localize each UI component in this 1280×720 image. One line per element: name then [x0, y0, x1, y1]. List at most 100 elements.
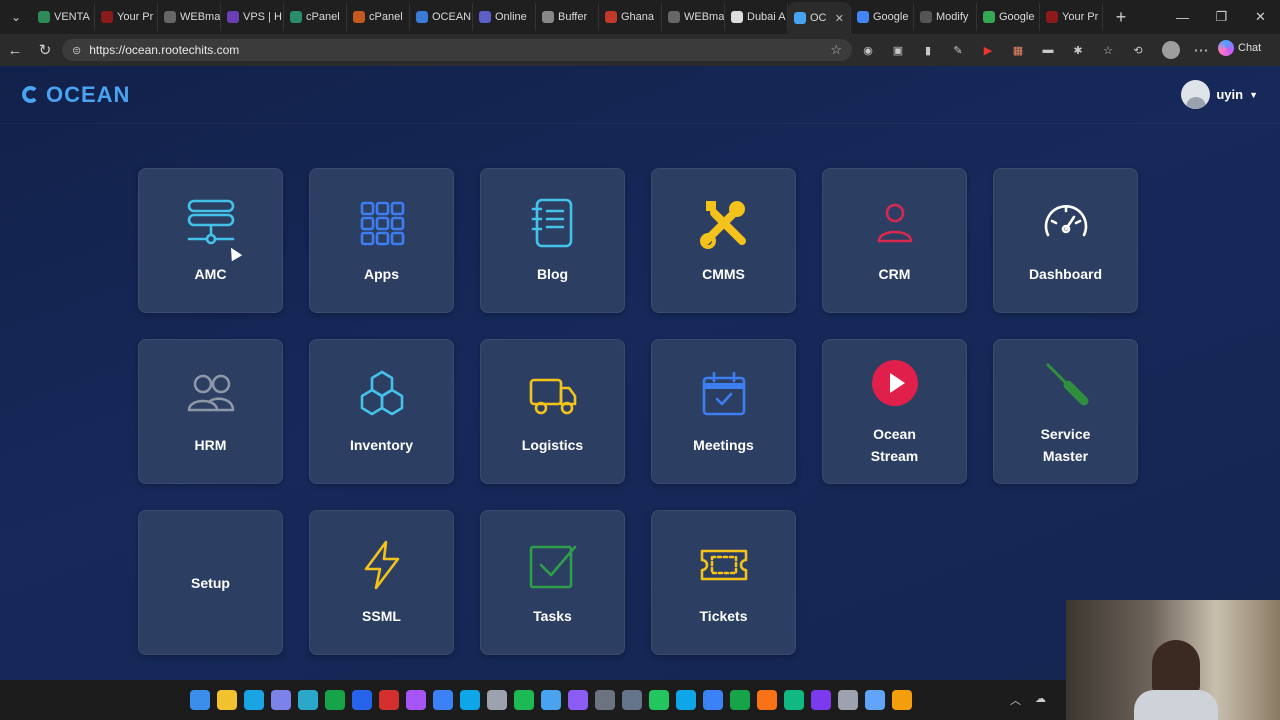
module-tile-apps[interactable]: Apps: [309, 168, 454, 313]
brand-logo[interactable]: OCEAN: [22, 82, 130, 108]
taskbar-app-icon[interactable]: [649, 690, 669, 710]
minimize-icon[interactable]: —: [1163, 0, 1202, 34]
module-tile-ssml[interactable]: SSML: [309, 510, 454, 655]
taskbar-app-icon[interactable]: [325, 690, 345, 710]
module-tile-cmms[interactable]: CMMS: [651, 168, 796, 313]
onedrive-icon[interactable]: ☁: [1035, 692, 1046, 708]
taskbar-app-icon[interactable]: [487, 690, 507, 710]
browser-tab[interactable]: Google: [851, 3, 914, 31]
taskbar-app-icon[interactable]: [433, 690, 453, 710]
browser-tab[interactable]: cPanel: [347, 3, 410, 31]
tab-title: cPanel: [369, 11, 403, 23]
extension-icon[interactable]: ◉: [858, 40, 878, 60]
tab-title: Dubai A: [747, 11, 786, 23]
extension-icon[interactable]: ▬: [1038, 40, 1058, 60]
taskbar-app-icon[interactable]: [217, 690, 237, 710]
module-tile-hrm[interactable]: HRM: [138, 339, 283, 484]
taskbar-app-icon[interactable]: [406, 690, 426, 710]
module-tile-dashboard[interactable]: Dashboard: [993, 168, 1138, 313]
module-tile-blog[interactable]: Blog: [480, 168, 625, 313]
taskbar-app-icon[interactable]: [460, 690, 480, 710]
module-tile-tasks[interactable]: Tasks: [480, 510, 625, 655]
taskbar-app-icon[interactable]: [865, 690, 885, 710]
taskbar-app-icon[interactable]: [676, 690, 696, 710]
browser-tab[interactable]: cPanel: [284, 3, 347, 31]
taskbar-app-icon[interactable]: [514, 690, 534, 710]
browser-tab[interactable]: Your Pr: [95, 3, 158, 31]
module-tile-crm[interactable]: CRM: [822, 168, 967, 313]
module-label: CMMS: [702, 265, 745, 282]
user-menu[interactable]: uyin ▼: [1181, 80, 1258, 109]
browser-tab[interactable]: WEBma: [158, 3, 221, 31]
notebook-icon: [531, 198, 572, 247]
browser-tab[interactable]: Google: [977, 3, 1040, 31]
taskbar-app-icon[interactable]: [595, 690, 615, 710]
taskbar-app-icon[interactable]: [757, 690, 777, 710]
tab-list-dropdown-icon[interactable]: ⌄: [0, 0, 32, 34]
taskbar-app-icon[interactable]: [352, 690, 372, 710]
browser-tab[interactable]: Online: [473, 3, 536, 31]
module-tile-logistics[interactable]: Logistics: [480, 339, 625, 484]
reload-icon[interactable]: ↻: [30, 35, 60, 65]
tab-favicon-icon: [920, 11, 932, 23]
tab-favicon-icon: [479, 11, 491, 23]
ocean-logo-icon: [22, 86, 39, 103]
browser-profile-avatar[interactable]: [1162, 41, 1180, 59]
taskbar-app-icon[interactable]: [190, 690, 210, 710]
favorites-icon[interactable]: ☆: [1098, 40, 1118, 60]
taskbar-app-icon[interactable]: [271, 690, 291, 710]
site-info-icon[interactable]: ⊜: [72, 44, 81, 57]
taskbar-app-icon[interactable]: [730, 690, 750, 710]
extension-icon[interactable]: ▮: [918, 40, 938, 60]
module-tile-setup[interactable]: Setup: [138, 510, 283, 655]
browser-tab[interactable]: OC ✕: [788, 2, 851, 34]
extension-icon[interactable]: ✎: [948, 40, 968, 60]
tab-favicon-icon: [164, 11, 176, 23]
browser-tab[interactable]: Buffer: [536, 3, 599, 31]
browser-tab[interactable]: VPS | H: [221, 3, 284, 31]
browser-tab[interactable]: OCEAN: [410, 3, 473, 31]
extension-icon[interactable]: ▦: [1008, 40, 1028, 60]
tab-close-icon[interactable]: ✕: [835, 12, 844, 25]
history-icon[interactable]: ⟲: [1128, 40, 1148, 60]
extensions-puzzle-icon[interactable]: ✱: [1068, 40, 1088, 60]
browser-tab[interactable]: Your Pr: [1040, 3, 1103, 31]
module-tile-meetings[interactable]: Meetings: [651, 339, 796, 484]
module-tile-inventory[interactable]: Inventory: [309, 339, 454, 484]
browser-tab[interactable]: Modify: [914, 3, 977, 31]
browser-tab[interactable]: Dubai A: [725, 3, 788, 31]
bookmark-star-icon[interactable]: ☆: [830, 42, 842, 58]
copilot-chat-button[interactable]: Chat: [1218, 40, 1261, 56]
address-bar[interactable]: ⊜ https://ocean.rootechits.com ☆: [62, 39, 852, 61]
caret-down-icon: ▼: [1249, 89, 1258, 100]
browser-tab-strip: ⌄ VENTA Your Pr WEBma VPS | H cPanel cPanel OC…: [0, 0, 1280, 34]
taskbar-app-icon[interactable]: [703, 690, 723, 710]
taskbar-app-icon[interactable]: [298, 690, 318, 710]
taskbar-app-icon[interactable]: [244, 690, 264, 710]
browser-tab[interactable]: VENTA: [32, 3, 95, 31]
maximize-icon[interactable]: ❐: [1202, 0, 1241, 34]
module-tile-tickets[interactable]: Tickets: [651, 510, 796, 655]
browser-tab[interactable]: Ghana: [599, 3, 662, 31]
taskbar-app-icon[interactable]: [784, 690, 804, 710]
module-tile-service-master[interactable]: Service Master: [993, 339, 1138, 484]
extension-icon[interactable]: ▶: [978, 40, 998, 60]
module-tile-amc[interactable]: AMC: [138, 168, 283, 313]
taskbar-app-icon[interactable]: [622, 690, 642, 710]
taskbar-app-icon[interactable]: [541, 690, 561, 710]
taskbar-app-icon[interactable]: [838, 690, 858, 710]
taskbar-app-icon[interactable]: [568, 690, 588, 710]
tray-chevron-icon[interactable]: ︿: [1010, 692, 1021, 708]
more-menu-icon[interactable]: ⋯: [1186, 35, 1216, 65]
close-window-icon[interactable]: ✕: [1241, 0, 1280, 34]
back-icon[interactable]: ←: [0, 35, 30, 65]
tab-title: Your Pr: [117, 11, 154, 23]
module-tile-ocean-stream[interactable]: Ocean Stream: [822, 339, 967, 484]
module-label: HRM: [194, 436, 227, 453]
browser-tab[interactable]: WEBma: [662, 3, 725, 31]
taskbar-app-icon[interactable]: [811, 690, 831, 710]
taskbar-app-icon[interactable]: [892, 690, 912, 710]
extension-icon[interactable]: ▣: [888, 40, 908, 60]
taskbar-app-icon[interactable]: [379, 690, 399, 710]
new-tab-button[interactable]: +: [1107, 3, 1135, 31]
